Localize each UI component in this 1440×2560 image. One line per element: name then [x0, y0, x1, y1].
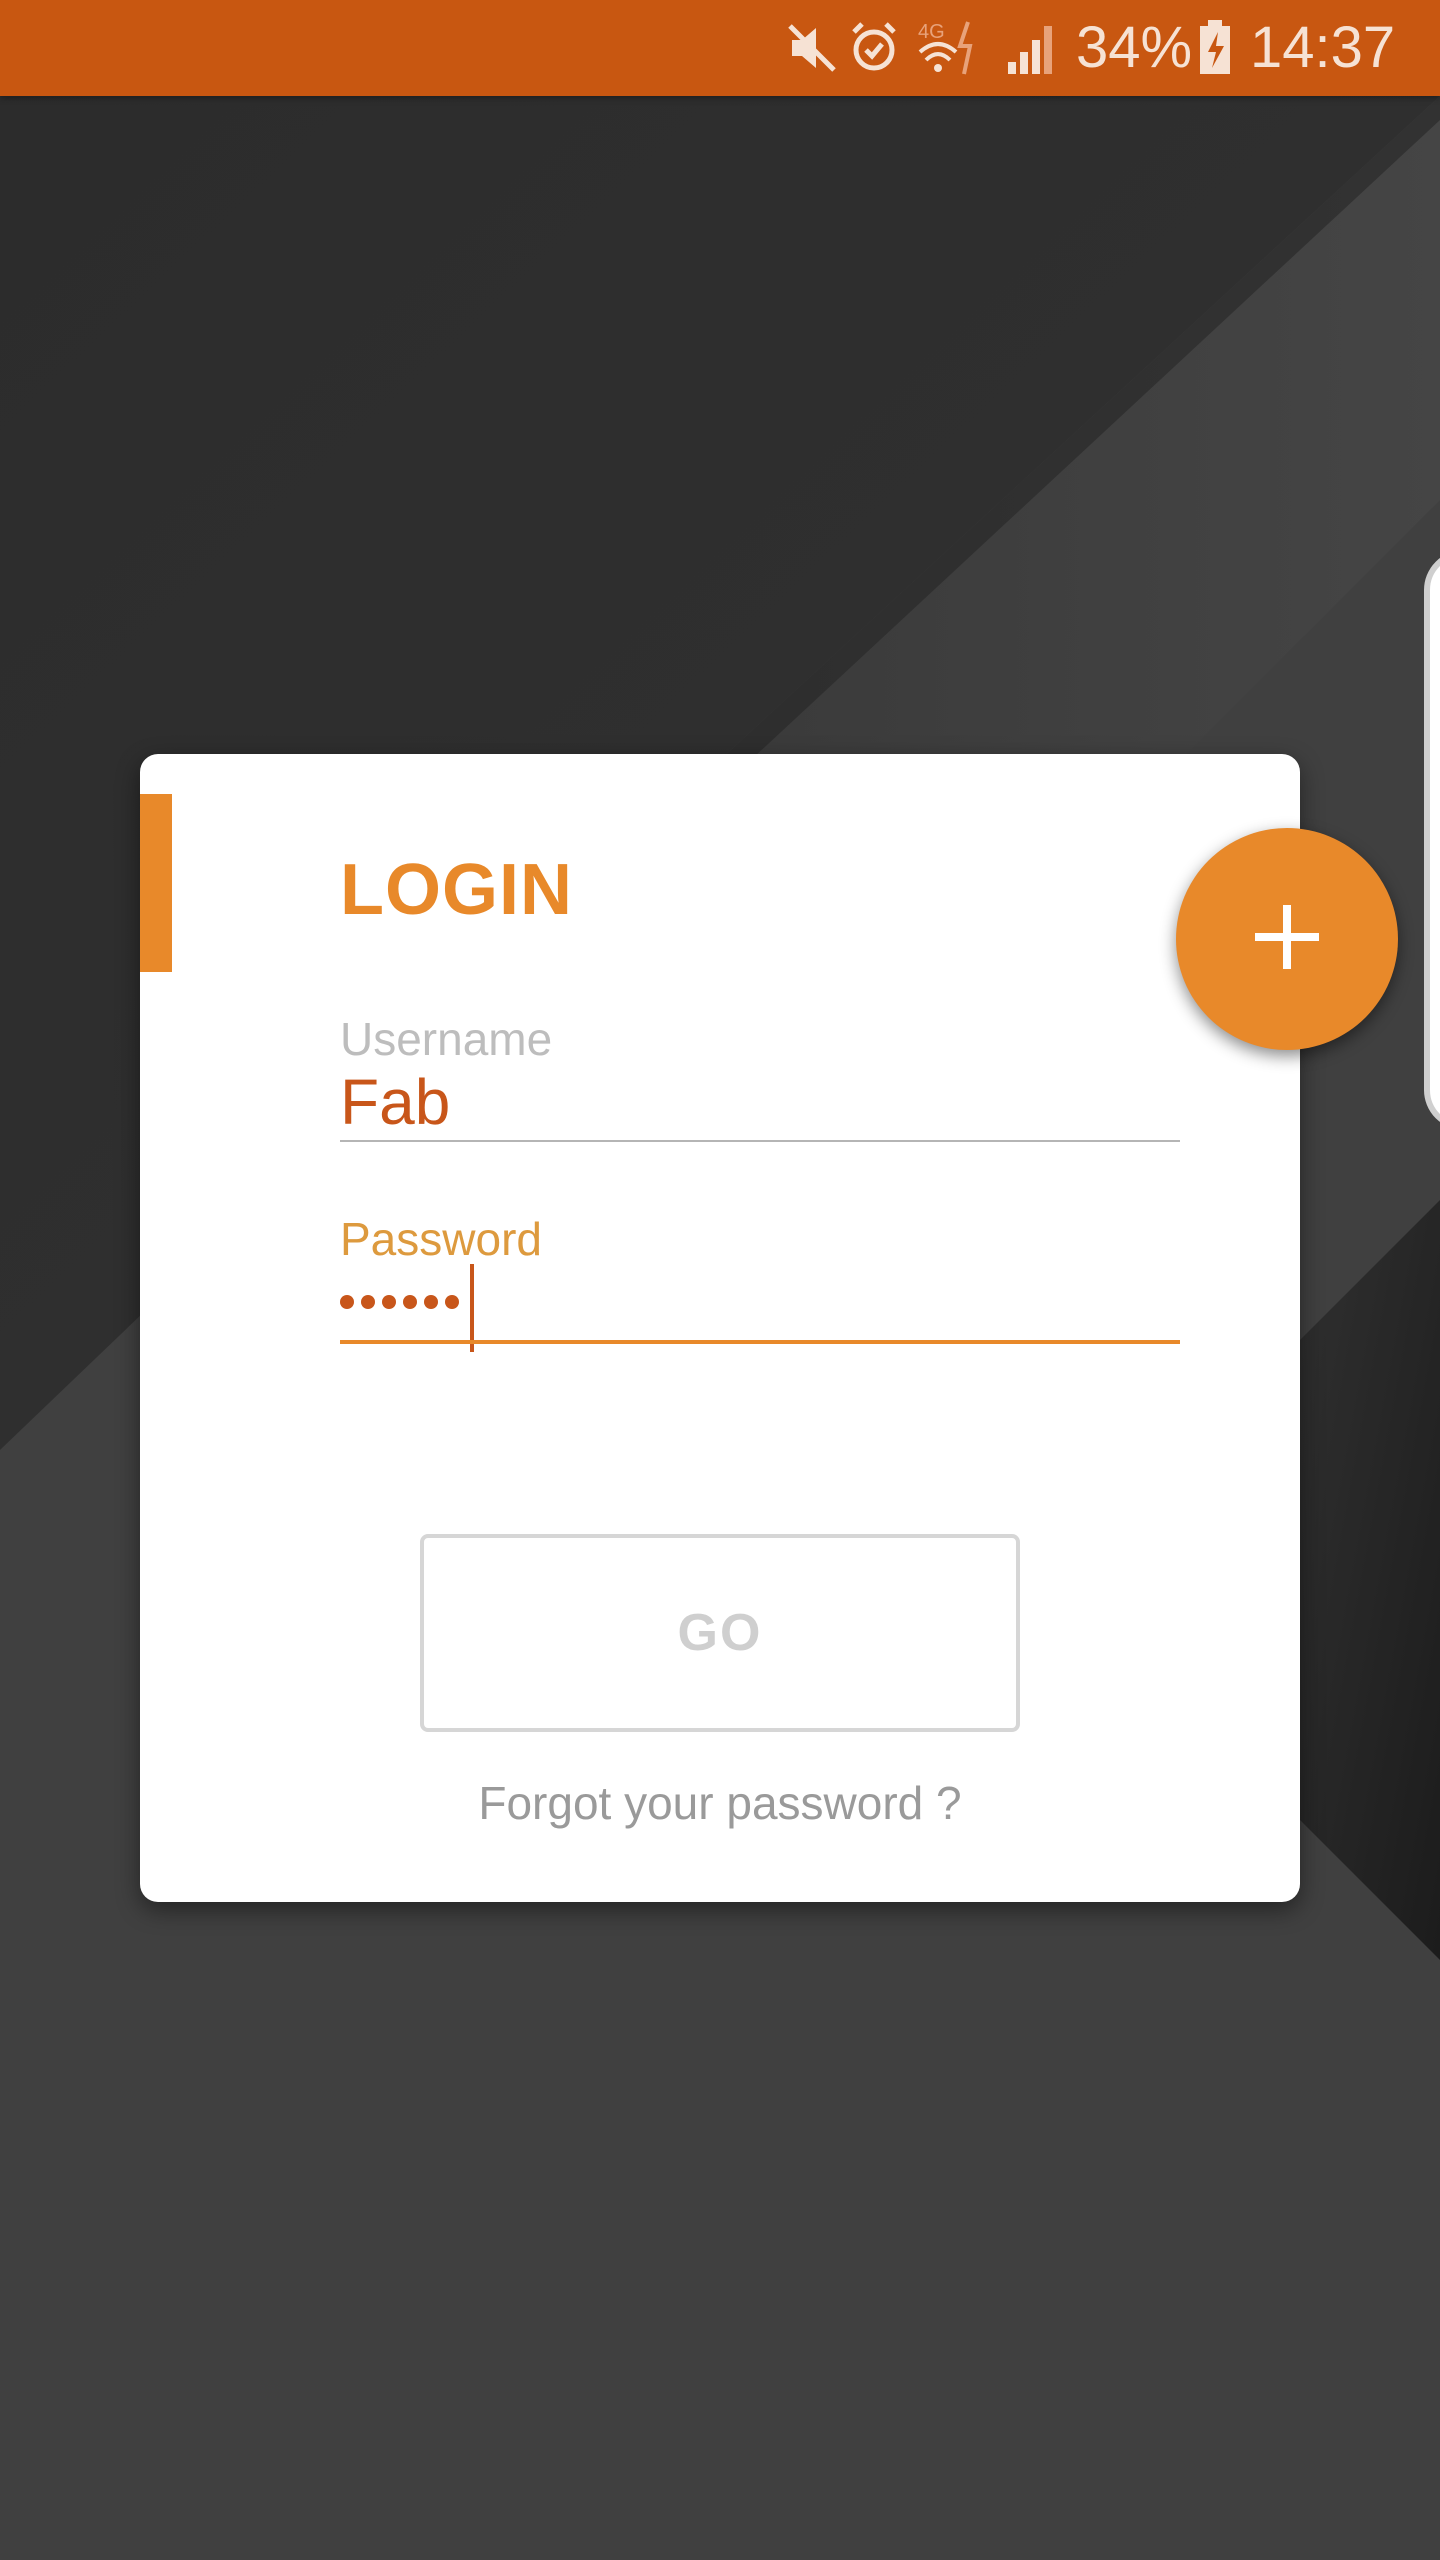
svg-text:4G: 4G	[918, 21, 945, 43]
plus-icon	[1251, 901, 1323, 978]
login-card: LOGIN Username Fab Password GO Forgot yo…	[140, 754, 1300, 1902]
status-bar: 4G 34% 14:37	[0, 0, 1440, 96]
password-mask-dot	[445, 1295, 459, 1309]
battery-charging-icon	[1196, 18, 1236, 78]
card-accent-bar	[140, 794, 172, 972]
page-title: LOGIN	[340, 850, 573, 930]
password-mask-dot	[424, 1295, 438, 1309]
battery-percent: 34%	[1076, 15, 1193, 80]
username-field[interactable]: Username Fab	[340, 1012, 1180, 1152]
signal-icon	[1004, 18, 1056, 78]
username-input[interactable]: Fab	[340, 1066, 450, 1138]
password-mask-dot	[361, 1295, 375, 1309]
go-button[interactable]: GO	[420, 1534, 1020, 1732]
password-field[interactable]: Password	[340, 1212, 1180, 1352]
add-button[interactable]	[1176, 828, 1398, 1050]
username-label: Username	[340, 1013, 553, 1065]
mute-icon	[786, 18, 838, 78]
wifi-4g-icon: 4G	[916, 18, 988, 78]
text-cursor	[470, 1264, 474, 1352]
next-card-peek[interactable]	[1424, 550, 1440, 1130]
password-mask-dot	[340, 1295, 354, 1309]
forgot-password-link[interactable]: Forgot your password ?	[140, 1776, 1300, 1830]
password-underline	[340, 1340, 1180, 1344]
password-input[interactable]	[340, 1282, 466, 1322]
password-mask-dot	[403, 1295, 417, 1309]
clock: 14:37	[1250, 15, 1396, 80]
username-underline	[340, 1140, 1180, 1142]
password-label: Password	[340, 1213, 542, 1265]
alarm-icon	[848, 18, 900, 78]
password-mask-dot	[382, 1295, 396, 1309]
